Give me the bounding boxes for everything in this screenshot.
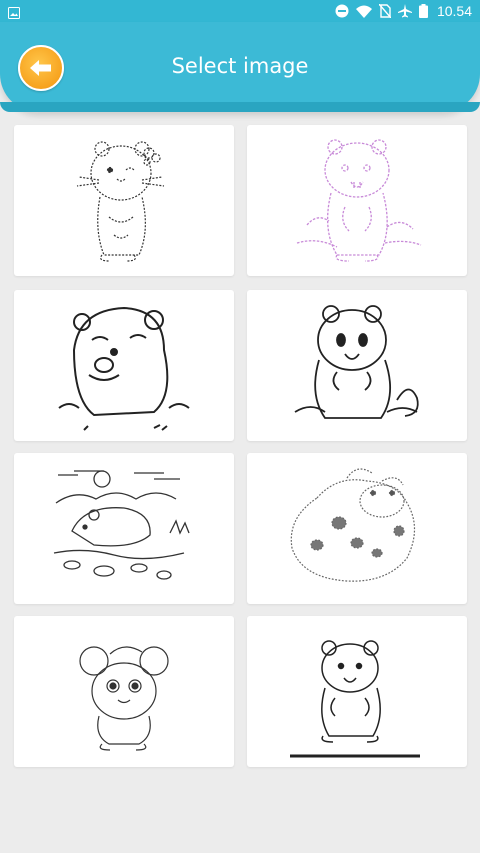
clock: 10.54 [436, 3, 472, 19]
hamster-garden-outline [53, 470, 190, 580]
status-bar: 10.54 [0, 0, 480, 22]
hamster-flower-outline [76, 141, 165, 262]
app-header: Select image [0, 22, 480, 112]
image-card-hamster-standing-lilac[interactable] [247, 125, 467, 276]
image-icon [8, 4, 20, 19]
image-card-hamster-garden[interactable] [14, 453, 234, 604]
cow-outline [290, 468, 416, 582]
image-card-hamster-cow[interactable] [247, 453, 467, 604]
airplane-icon [397, 4, 412, 18]
image-card-hamster-flower[interactable] [14, 125, 234, 276]
wifi-icon [355, 5, 372, 18]
hamster-standing-outline [296, 139, 422, 262]
hamster-smiling-outline [294, 305, 419, 419]
hamster-cute-outline [79, 646, 169, 751]
no-sim-icon [378, 4, 391, 18]
page-title: Select image [171, 54, 309, 78]
image-card-hamster-sitting[interactable] [247, 616, 467, 767]
image-card-hamster-eating[interactable] [14, 290, 234, 441]
battery-icon [418, 4, 428, 18]
hamster-sitting-outline [290, 640, 420, 758]
hamster-eating-outline [58, 306, 190, 431]
image-card-hamster-cute[interactable] [14, 616, 234, 767]
image-card-hamster-smiling[interactable] [247, 290, 467, 441]
dnd-icon [335, 4, 349, 18]
